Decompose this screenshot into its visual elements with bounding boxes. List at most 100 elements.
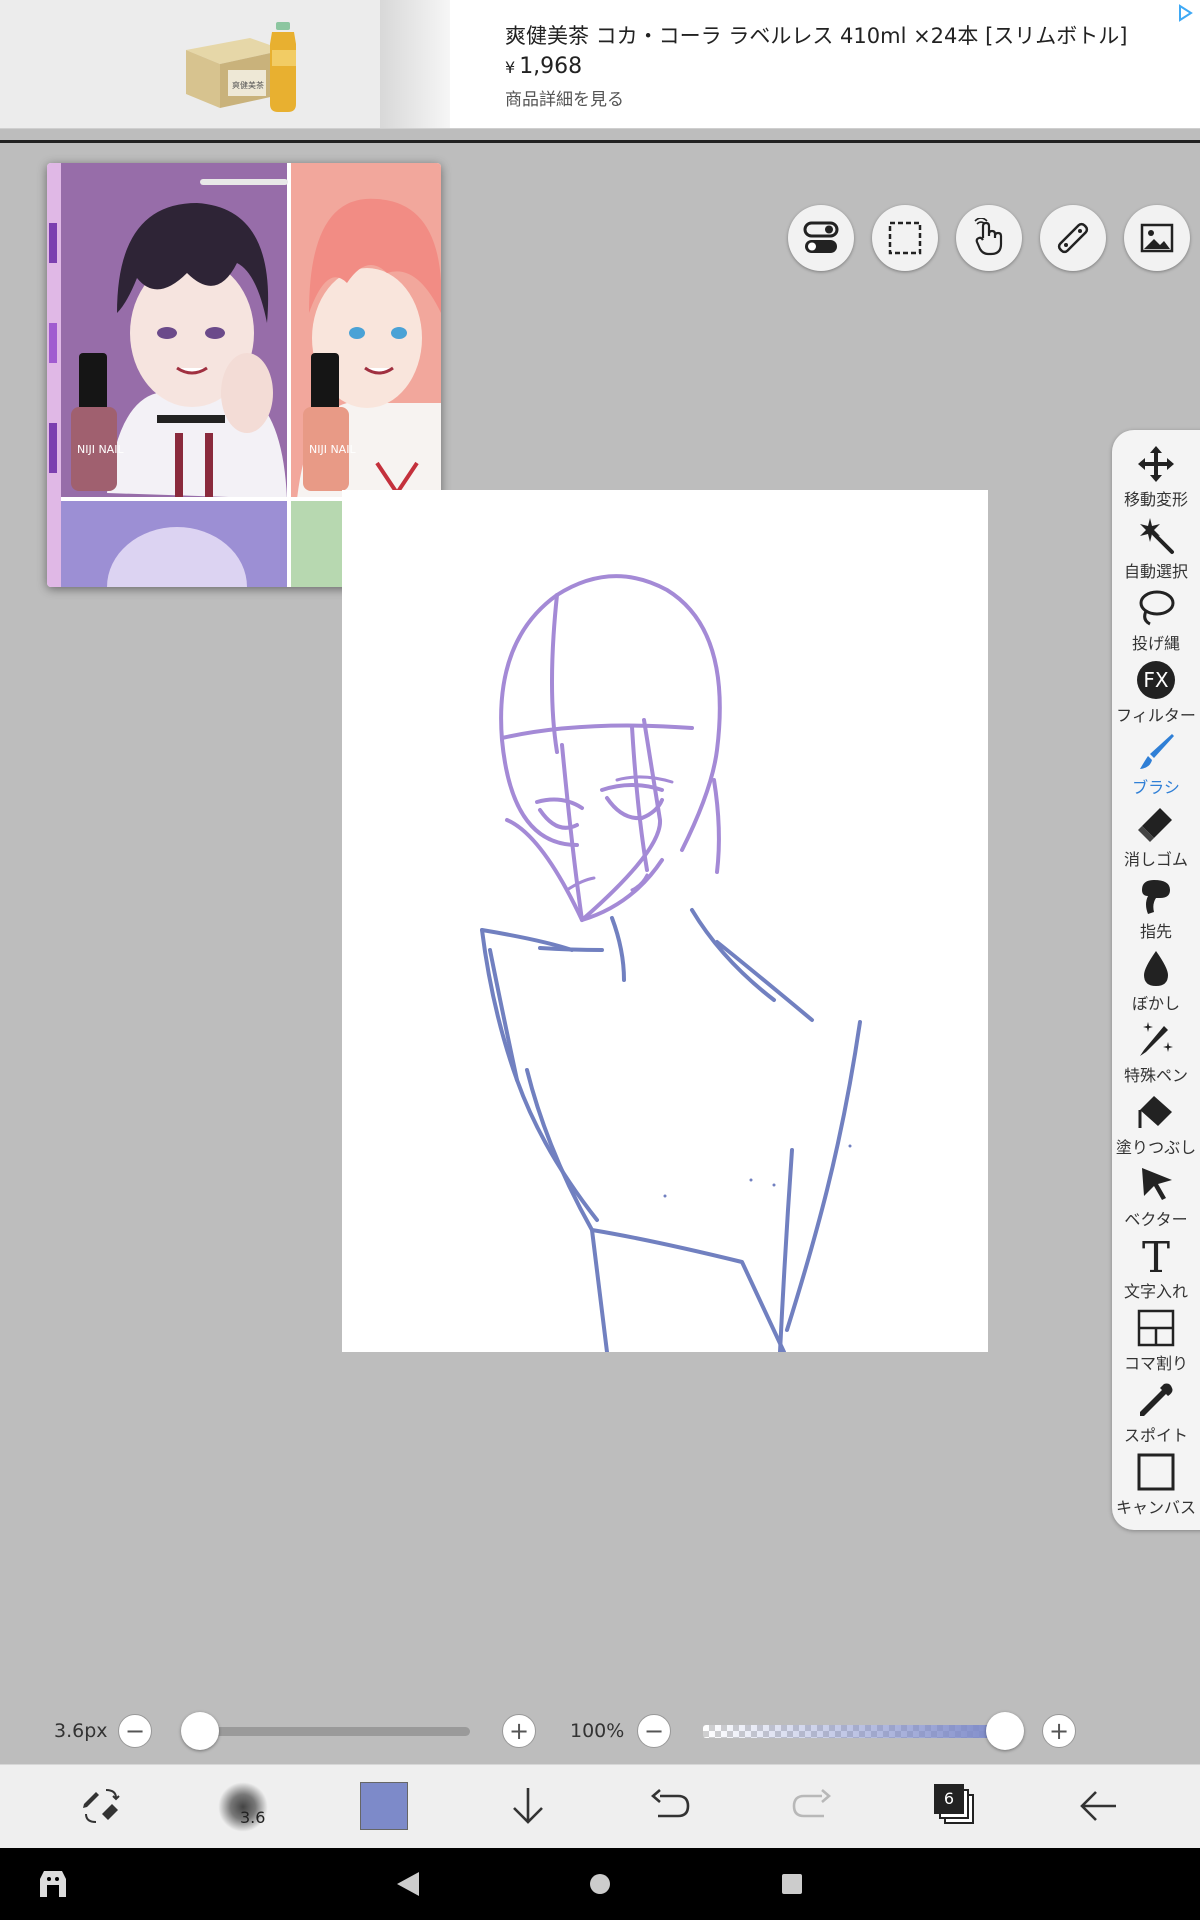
layers-icon: 6 bbox=[934, 1784, 978, 1828]
filter-fx-icon: FX bbox=[1137, 661, 1175, 699]
tool-label: キャンバス bbox=[1115, 1498, 1196, 1517]
eyedropper-icon bbox=[1140, 1383, 1173, 1416]
t-glyph: T bbox=[1142, 1236, 1170, 1276]
image-button[interactable] bbox=[1124, 205, 1190, 271]
sketch-drawing bbox=[480, 574, 862, 1354]
hand-button[interactable] bbox=[956, 205, 1022, 271]
nav-home-icon[interactable] bbox=[588, 1872, 612, 1896]
tool-magic-wand[interactable]: 自動選択 bbox=[1112, 516, 1200, 588]
tool-label: 消しゴム bbox=[1123, 850, 1188, 869]
selection-button[interactable] bbox=[872, 205, 938, 271]
tool-label: ぼかし bbox=[1131, 994, 1180, 1013]
ad-details-link[interactable]: 商品詳細を見る bbox=[505, 85, 624, 110]
bottle-label-1: NIJI NAIL bbox=[77, 443, 124, 456]
opacity-slider-knob[interactable] bbox=[986, 1712, 1024, 1750]
eraser-icon bbox=[1138, 808, 1172, 842]
blur-drop-icon bbox=[1144, 951, 1168, 986]
tool-label: ベクター bbox=[1124, 1210, 1188, 1229]
tool-special-pen[interactable]: 特殊ペン bbox=[1112, 1020, 1200, 1092]
tool-label: 文字入れ bbox=[1123, 1282, 1188, 1301]
ad-divider bbox=[0, 140, 1200, 143]
quick-tool-swap-button[interactable] bbox=[74, 1780, 130, 1832]
tool-move-transform[interactable]: 移動変形 bbox=[1112, 444, 1200, 516]
tool-blur[interactable]: ぼかし bbox=[1112, 948, 1200, 1020]
currency-symbol: ¥ bbox=[505, 58, 516, 77]
nav-back-icon[interactable] bbox=[395, 1870, 421, 1898]
tool-label: 移動変形 bbox=[1123, 490, 1188, 509]
ad-banner[interactable]: 爽健美茶 爽健美茶 コカ・コーラ ラベルレス 410ml ×24本 [スリムボト… bbox=[0, 0, 1200, 129]
plus-icon: + bbox=[1048, 1717, 1070, 1745]
brush-preview-button[interactable]: 3.6 bbox=[210, 1780, 276, 1832]
brush-size-increase-button[interactable]: + bbox=[502, 1714, 536, 1748]
tool-eyedropper[interactable]: スポイト bbox=[1112, 1380, 1200, 1452]
tool-label: 塗りつぶし bbox=[1115, 1138, 1197, 1157]
current-color-swatch bbox=[360, 1782, 408, 1830]
tool-frame-divider[interactable]: コマ割り bbox=[1112, 1308, 1200, 1380]
tool-fill[interactable]: 塗りつぶし bbox=[1112, 1092, 1200, 1164]
finger-smudge-icon bbox=[1142, 880, 1170, 914]
store-icon[interactable] bbox=[36, 1867, 70, 1901]
tool-canvas[interactable]: キャンバス bbox=[1112, 1452, 1200, 1524]
ad-image-area[interactable]: 爽健美茶 bbox=[0, 0, 440, 128]
toggle-switch-icon bbox=[803, 221, 839, 253]
ruler-button[interactable] bbox=[1040, 205, 1106, 271]
opacity-value: 100% bbox=[570, 1720, 625, 1742]
undo-button[interactable] bbox=[642, 1780, 698, 1832]
tool-label: 指先 bbox=[1139, 922, 1172, 941]
ruler-icon bbox=[1057, 222, 1089, 254]
plus-icon: + bbox=[508, 1717, 530, 1745]
ad-choices-icon[interactable] bbox=[1176, 4, 1194, 22]
bottle-label-2: NIJI NAIL bbox=[309, 443, 356, 456]
arrow-left-icon bbox=[1080, 1791, 1116, 1821]
canvas-icon bbox=[1137, 1453, 1175, 1491]
tool-label: 投げ縄 bbox=[1131, 634, 1180, 653]
tool-vector[interactable]: ベクター bbox=[1112, 1164, 1200, 1236]
box-label: 爽健美茶 bbox=[232, 80, 264, 90]
tool-filter[interactable]: FX フィルター bbox=[1112, 660, 1200, 732]
brush-preview: 3.6 bbox=[214, 1780, 272, 1832]
right-toolbar: 移動変形 自動選択 投げ縄 FX フィルター ブラシ 消しゴム 指先 ぼかし 特… bbox=[1112, 430, 1200, 1530]
tool-brush[interactable]: ブラシ bbox=[1112, 732, 1200, 804]
color-button[interactable] bbox=[358, 1780, 410, 1832]
brush-size-value: 3.6px bbox=[54, 1720, 108, 1742]
vector-cursor-icon bbox=[1142, 1168, 1172, 1200]
ad-title[interactable]: 爽健美茶 コカ・コーラ ラベルレス 410ml ×24本 [スリムボトル] bbox=[505, 20, 1127, 50]
toggle-button[interactable] bbox=[788, 205, 854, 271]
fx-text: FX bbox=[1143, 668, 1169, 692]
tool-label: コマ割り bbox=[1123, 1354, 1188, 1373]
brush-size-decrease-button[interactable]: − bbox=[118, 1714, 152, 1748]
layer-count: 6 bbox=[934, 1784, 964, 1814]
layers-button[interactable]: 6 bbox=[928, 1780, 984, 1832]
brush-size-slider-knob[interactable] bbox=[181, 1712, 219, 1750]
opacity-slider[interactable] bbox=[703, 1725, 1003, 1738]
brush-size-slider[interactable] bbox=[195, 1727, 470, 1736]
bottom-toolbar bbox=[0, 1764, 1200, 1849]
tool-text[interactable]: T 文字入れ bbox=[1112, 1236, 1200, 1308]
brush-icon bbox=[1140, 734, 1174, 769]
special-pen-icon bbox=[1140, 1022, 1173, 1056]
tool-label: フィルター bbox=[1116, 706, 1196, 725]
pen-eraser-swap-icon bbox=[83, 1789, 120, 1823]
tool-finger[interactable]: 指先 bbox=[1112, 876, 1200, 948]
frame-divider-icon bbox=[1137, 1309, 1175, 1347]
tool-lasso[interactable]: 投げ縄 bbox=[1112, 588, 1200, 660]
save-down-button[interactable] bbox=[500, 1780, 556, 1832]
minus-icon: − bbox=[124, 1717, 146, 1745]
tool-eraser[interactable]: 消しゴム bbox=[1112, 804, 1200, 876]
move-transform-icon bbox=[1138, 446, 1174, 482]
redo-button[interactable] bbox=[784, 1780, 840, 1832]
minus-icon: − bbox=[643, 1717, 665, 1745]
tool-label: ブラシ bbox=[1132, 778, 1180, 797]
tool-label: スポイト bbox=[1123, 1426, 1188, 1445]
opacity-decrease-button[interactable]: − bbox=[637, 1714, 671, 1748]
arrow-down-icon bbox=[513, 1788, 543, 1824]
nav-recents-icon[interactable] bbox=[780, 1872, 804, 1896]
tool-label: 自動選択 bbox=[1123, 562, 1188, 581]
drawing-canvas[interactable] bbox=[342, 490, 988, 1354]
reference-drag-handle[interactable] bbox=[200, 179, 288, 185]
opacity-increase-button[interactable]: + bbox=[1042, 1714, 1076, 1748]
back-button[interactable] bbox=[1070, 1780, 1126, 1832]
magic-wand-icon bbox=[1140, 518, 1174, 554]
undo-icon bbox=[651, 1789, 690, 1818]
text-icon: T bbox=[1142, 1236, 1170, 1276]
